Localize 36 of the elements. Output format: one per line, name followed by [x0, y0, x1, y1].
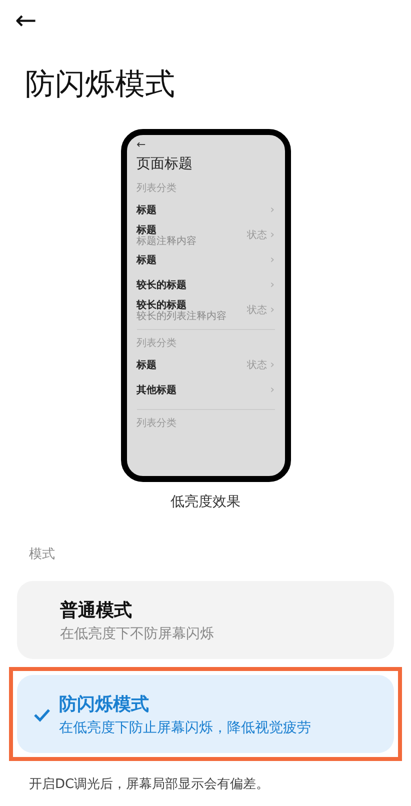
option-title: 防闪烁模式	[59, 692, 150, 716]
preview-caption: 低亮度效果	[170, 493, 242, 512]
mode-option[interactable]: 防闪烁模式 在低亮度下防止屏幕闪烁，降低视觉疲劳	[17, 674, 394, 752]
footnote: 开启DC调光后，屏幕局部显示会有偏差。	[29, 776, 270, 794]
mode-option[interactable]: 普通模式 在低亮度下不防屏幕闪烁	[17, 580, 394, 658]
chevron-icon: ›	[270, 227, 274, 244]
row-subtitle: 标题注释内容	[136, 236, 196, 246]
option-description: 在低亮度下不防屏幕闪烁	[60, 624, 214, 644]
row-title: 标题	[136, 224, 158, 236]
preview-title: 页面标题	[136, 155, 194, 174]
category-label: 列表分类	[136, 182, 178, 196]
row-title: 其他标题	[136, 385, 176, 396]
row-title: 较长的标题	[136, 280, 186, 291]
row-title: 标题	[136, 360, 156, 371]
back-button[interactable]: ←	[15, 8, 37, 34]
option-title: 普通模式	[60, 598, 133, 622]
row-status: 状态	[247, 358, 268, 373]
category-label: 列表分类	[136, 416, 178, 431]
chevron-icon: ›	[270, 277, 274, 294]
row-title: 标题	[136, 255, 156, 266]
chevron-icon: ›	[270, 357, 274, 374]
check-icon	[33, 708, 51, 722]
row-title: 较长的标题	[136, 300, 188, 310]
row-title: 标题	[136, 205, 156, 216]
option-description: 在低亮度下防止屏幕闪烁，降低视觉疲劳	[59, 718, 311, 738]
category-label: 列表分类	[136, 336, 178, 351]
chevron-icon: ›	[270, 382, 274, 399]
chevron-icon: ›	[270, 252, 274, 269]
chevron-icon: ›	[270, 302, 274, 319]
row-status: 状态	[247, 304, 268, 318]
page-title: 防闪烁模式	[25, 66, 176, 104]
back-arrow-icon: ←	[136, 139, 274, 150]
chevron-icon: ›	[270, 202, 274, 219]
section-label: 模式	[29, 546, 56, 564]
row-status: 状态	[247, 228, 268, 243]
row-subtitle: 较长的列表注释内容	[136, 310, 226, 322]
